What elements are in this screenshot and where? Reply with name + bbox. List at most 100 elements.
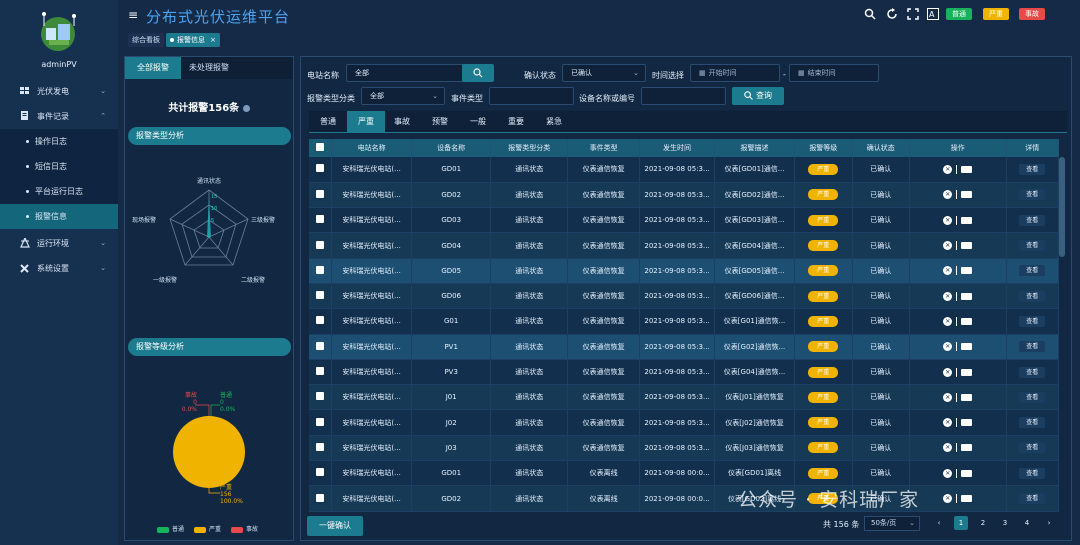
video-camera-icon[interactable] (961, 343, 973, 351)
event-type-input[interactable] (489, 87, 574, 105)
row-checkbox-cell[interactable] (309, 334, 333, 360)
column-header[interactable]: 设备名称 (411, 139, 492, 157)
next-page-button[interactable]: › (1042, 516, 1056, 530)
submenu-item-alarm-info[interactable]: 报警信息 (0, 204, 118, 229)
row-checkbox[interactable] (316, 367, 325, 376)
hamburger-menu-icon[interactable]: ≡ (128, 8, 138, 22)
station-search-button[interactable] (462, 64, 494, 82)
page-tab-alarm-info[interactable]: 报警信息 × (166, 33, 220, 47)
view-detail-button[interactable]: 查看 (1019, 341, 1046, 353)
tab-warning[interactable]: 预警 (421, 111, 459, 133)
view-detail-button[interactable]: 查看 (1019, 442, 1046, 454)
tab-normal[interactable]: 普通 (309, 111, 347, 133)
cancel-confirm-icon[interactable]: ✕ (943, 215, 953, 225)
row-checkbox-cell[interactable] (309, 485, 333, 512)
accident-badge[interactable]: 事故 (1019, 8, 1045, 20)
cancel-confirm-icon[interactable]: ✕ (943, 443, 953, 453)
table-row[interactable]: 安科瑞光伏电站(... GD01 通讯状态 仪表通信恢复 2021-09-08 05:3… (309, 157, 1060, 183)
row-checkbox-cell[interactable] (309, 359, 333, 386)
column-header[interactable]: 报警描述 (714, 139, 796, 157)
cancel-confirm-icon[interactable]: ✕ (943, 291, 953, 301)
tab-important[interactable]: 重要 (497, 111, 535, 133)
row-checkbox[interactable] (316, 392, 325, 401)
row-checkbox[interactable] (316, 493, 325, 502)
cancel-confirm-icon[interactable]: ✕ (943, 392, 953, 402)
fullscreen-icon[interactable] (907, 8, 919, 20)
tab-urgent[interactable]: 紧急 (535, 111, 573, 133)
cancel-confirm-icon[interactable]: ✕ (943, 494, 953, 503)
cancel-confirm-icon[interactable]: ✕ (943, 190, 953, 200)
row-checkbox[interactable] (316, 189, 325, 198)
row-checkbox[interactable] (316, 291, 325, 300)
row-checkbox-cell[interactable] (309, 384, 333, 411)
row-checkbox[interactable] (316, 265, 325, 274)
table-row[interactable]: 安科瑞光伏电站(... G01 通讯状态 仪表通信恢复 2021-09-08 05:3.… (309, 308, 1060, 335)
menu-item-pv-generation[interactable]: 光伏发电 ⌄ (0, 79, 118, 103)
refresh-icon[interactable] (886, 8, 898, 20)
table-scrollbar[interactable] (1059, 157, 1065, 257)
page-size-select[interactable]: 50条/页 ⌄ (864, 516, 920, 531)
table-row[interactable]: 安科瑞光伏电站(... GD06 通讯状态 仪表通信恢复 2021-09-08 05:3… (309, 283, 1060, 310)
severe-badge[interactable]: 严重 (983, 8, 1009, 20)
row-checkbox-cell[interactable] (309, 258, 333, 284)
select-all-checkbox-cell[interactable] (309, 139, 333, 157)
row-checkbox-cell[interactable] (309, 308, 333, 335)
page-button[interactable]: 2 (976, 516, 990, 530)
video-camera-icon[interactable] (961, 469, 973, 477)
row-checkbox[interactable] (316, 316, 325, 325)
normal-badge[interactable]: 普通 (946, 8, 972, 20)
view-detail-button[interactable]: 查看 (1019, 315, 1046, 327)
column-header[interactable]: 发生时间 (639, 139, 715, 157)
view-detail-button[interactable]: 查看 (1019, 240, 1046, 252)
row-checkbox-cell[interactable] (309, 232, 333, 259)
column-header[interactable]: 电站名称 (331, 139, 413, 157)
row-checkbox[interactable] (316, 417, 325, 426)
legend-item-accident[interactable]: 事故 (231, 524, 258, 533)
row-checkbox[interactable] (316, 164, 325, 173)
prev-page-button[interactable]: ‹ (932, 516, 946, 530)
tab-severe[interactable]: 严重 (347, 111, 385, 133)
search-icon[interactable] (864, 8, 876, 20)
cancel-confirm-icon[interactable]: ✕ (943, 468, 953, 478)
table-row[interactable]: 安科瑞光伏电站(... GD01 通讯状态 仪表离线 2021-09-08 00:0..… (309, 460, 1060, 487)
submenu-item-platform-log[interactable]: 平台运行日志 (0, 179, 118, 204)
page-button[interactable]: 1 (954, 516, 968, 530)
row-checkbox-cell[interactable] (309, 409, 333, 436)
tab-unhandled-alarms[interactable]: 未处理报警 (181, 57, 237, 79)
tab-general[interactable]: 一般 (459, 111, 497, 133)
cancel-confirm-icon[interactable]: ✕ (943, 342, 953, 352)
video-camera-icon[interactable] (961, 292, 973, 300)
row-checkbox[interactable] (316, 468, 325, 477)
video-camera-icon[interactable] (961, 165, 973, 173)
view-detail-button[interactable]: 查看 (1019, 189, 1046, 201)
select-all-checkbox[interactable] (316, 143, 325, 151)
submenu-item-operation-log[interactable]: 操作日志 (0, 129, 118, 154)
view-detail-button[interactable]: 查看 (1019, 467, 1046, 479)
video-camera-icon[interactable] (961, 495, 973, 502)
view-detail-button[interactable]: 查看 (1019, 366, 1046, 378)
end-time-input[interactable]: ▦ 结束时间 (789, 64, 879, 82)
column-header[interactable]: 操作 (909, 139, 1007, 157)
table-row[interactable]: 安科瑞光伏电站(... GD02 通讯状态 仪表离线 2021-09-08 00:0..… (309, 485, 1060, 512)
table-row[interactable]: 安科瑞光伏电站(... GD02 通讯状态 仪表通信恢复 2021-09-08 05:3… (309, 182, 1060, 209)
start-time-input[interactable]: ▦ 开始时间 (690, 64, 780, 82)
page-button[interactable]: 4 (1020, 516, 1034, 530)
cancel-confirm-icon[interactable]: ✕ (943, 241, 953, 251)
cancel-confirm-icon[interactable]: ✕ (943, 266, 953, 276)
legend-item-normal[interactable]: 普通 (157, 524, 184, 533)
row-checkbox-cell[interactable] (309, 207, 333, 234)
row-checkbox[interactable] (316, 215, 325, 224)
row-checkbox-cell[interactable] (309, 182, 333, 209)
column-header[interactable]: 详情 (1006, 139, 1060, 157)
table-row[interactable]: 安科瑞光伏电站(... J02 通讯状态 仪表通信恢复 2021-09-08 05:3.… (309, 409, 1060, 436)
video-camera-icon[interactable] (961, 317, 973, 325)
device-input[interactable] (641, 87, 726, 105)
video-camera-icon[interactable] (961, 368, 973, 376)
row-checkbox-cell[interactable] (309, 435, 333, 462)
table-row[interactable]: 安科瑞光伏电站(... J01 通讯状态 仪表通信恢复 2021-09-08 05:3.… (309, 384, 1060, 411)
row-checkbox-cell[interactable] (309, 283, 333, 310)
video-camera-icon[interactable] (961, 216, 973, 224)
table-row[interactable]: 安科瑞光伏电站(... GD03 通讯状态 仪表通信恢复 2021-09-08 05:3… (309, 207, 1060, 234)
table-row[interactable]: 安科瑞光伏电站(... J03 通讯状态 仪表通信恢复 2021-09-08 05:3.… (309, 435, 1060, 462)
row-checkbox-cell[interactable] (309, 157, 333, 183)
